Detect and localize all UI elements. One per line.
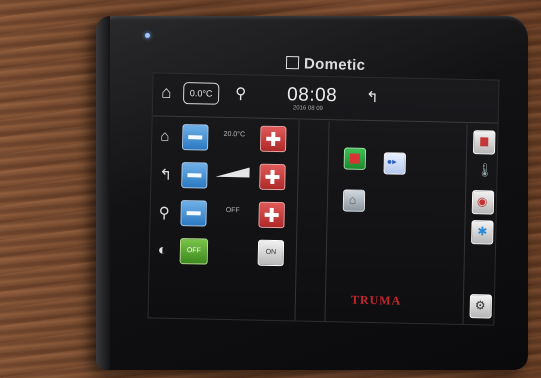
brand-icon (285, 55, 300, 70)
brand-name: Dometic (303, 55, 366, 75)
fan-icon[interactable]: ↰ (366, 88, 379, 106)
top-bar: ⌂ 0.0°C ⚲ 08:08 2016 08 09 ↰ (152, 73, 499, 124)
home-icon[interactable]: ⌂ (161, 83, 179, 102)
snowflake-icon[interactable] (471, 220, 494, 245)
power-value: OFF (225, 206, 240, 215)
clock: 08:08 (286, 84, 338, 107)
temperature-mode-button[interactable]: 0.0°C (182, 82, 220, 105)
column-divider (324, 121, 330, 322)
touch-screen: ⌂ 0.0°C ⚲ 08:08 2016 08 09 ↰ ⌂ 20.0°C ↰ … (147, 72, 500, 326)
temperature-value: 20.0°C (223, 130, 246, 139)
off-button[interactable]: OFF (179, 238, 209, 265)
settings-icon[interactable] (469, 294, 493, 319)
power-row: ⚲ OFF (150, 193, 297, 234)
date: 2016 08 09 (292, 105, 323, 112)
stop-icon[interactable] (472, 130, 496, 155)
fan-icon: ↰ (159, 166, 173, 184)
status-led (145, 33, 150, 38)
temperature-minus-button[interactable] (181, 124, 209, 151)
truma-logo: TRUMA (350, 292, 402, 308)
fan-plus-button[interactable] (259, 163, 286, 191)
plug-icon[interactable]: ⚲ (235, 84, 246, 102)
heater-tile[interactable] (343, 147, 367, 170)
fan-level-indicator (215, 166, 250, 178)
home-icon: ⌂ (160, 127, 170, 145)
alert-icon[interactable] (471, 190, 495, 215)
plug-icon: ⚲ (158, 204, 170, 222)
house-tile[interactable] (342, 189, 366, 212)
brand-logo: Dometic (285, 55, 366, 75)
thermometer-icon[interactable] (472, 160, 492, 182)
side-menu (462, 123, 499, 325)
power-plus-button[interactable] (258, 201, 285, 229)
power-minus-button[interactable] (180, 200, 207, 227)
mode-icon: ◐ (157, 241, 168, 259)
on-button[interactable]: ON (257, 239, 285, 267)
fan-row: ↰ (151, 155, 298, 196)
bezel-edge (96, 16, 110, 370)
control-panel: ⌂ 20.0°C ↰ ⚲ OFF ◐ OFF ON (148, 117, 300, 321)
circulation-tile[interactable] (383, 152, 406, 175)
temperature-row: ⌂ 20.0°C (152, 117, 299, 158)
temperature-plus-button[interactable] (259, 125, 287, 153)
mode-row: ◐ OFF ON (149, 231, 296, 272)
fan-minus-button[interactable] (181, 162, 208, 189)
